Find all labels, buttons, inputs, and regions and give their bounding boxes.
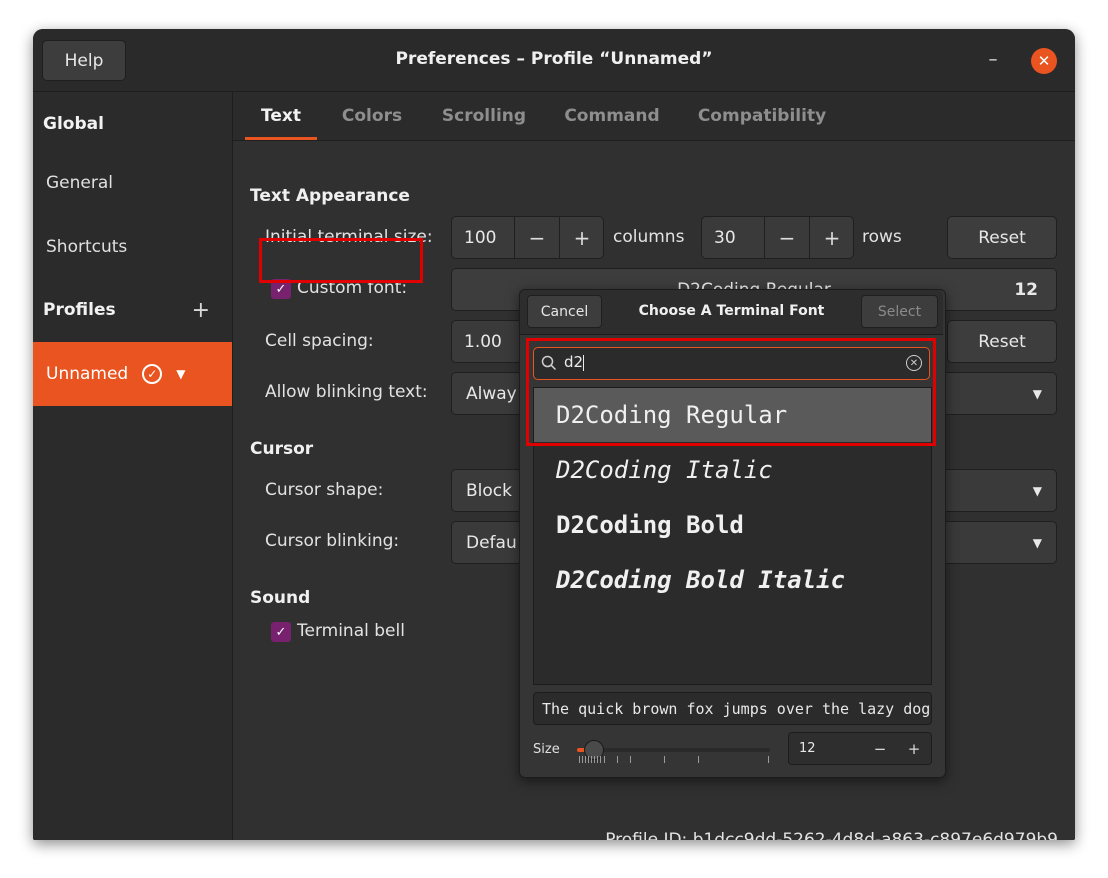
rows-spinner[interactable]: 30 − + <box>701 216 854 259</box>
terminal-bell-checkbox[interactable]: ✓ <box>271 622 291 642</box>
size-increment-button[interactable]: + <box>899 733 929 764</box>
rows-increment-button[interactable]: + <box>810 217 854 258</box>
chevron-down-icon: ▼ <box>1032 386 1042 401</box>
rows-value: 30 <box>714 227 736 248</box>
blinking-text-value: Alway <box>466 383 517 404</box>
reset-cell-spacing-button[interactable]: Reset <box>947 320 1057 363</box>
chevron-down-icon: ▼ <box>1032 535 1042 550</box>
window-title: Preferences – Profile “Unnamed” <box>395 49 713 69</box>
titlebar: Help Preferences – Profile “Unnamed” – ✕ <box>33 29 1075 92</box>
profile-label: Unnamed <box>46 364 129 384</box>
chevron-down-icon: ▼ <box>1032 483 1042 498</box>
sidebar-item-shortcuts[interactable]: Shortcuts <box>33 215 232 279</box>
font-chooser-popover: Cancel Choose A Terminal Font Select d2 … <box>519 289 946 778</box>
cursor-blinking-label: Cursor blinking: <box>265 531 400 551</box>
profiles-heading-label: Profiles <box>43 300 116 320</box>
tab-text[interactable]: Text <box>245 92 317 140</box>
size-slider[interactable] <box>577 740 770 760</box>
columns-decrement-button[interactable]: − <box>515 217 559 258</box>
sidebar-heading-global: Global <box>43 114 104 134</box>
profile-menu-dropdown-icon[interactable]: ▼ <box>176 367 185 381</box>
add-profile-icon[interactable]: + <box>192 298 210 323</box>
search-icon <box>541 355 557 371</box>
size-value: 12 <box>799 741 816 756</box>
initial-size-label: Initial terminal size: <box>265 227 433 247</box>
sound-heading: Sound <box>250 588 311 608</box>
columns-value: 100 <box>464 227 497 248</box>
tab-compatibility[interactable]: Compatibility <box>689 92 835 140</box>
profile-id-value: b1dcc9dd-5262-4d8d-a863-c897e6d979b9 <box>692 830 1058 840</box>
text-appearance-heading: Text Appearance <box>250 186 410 206</box>
font-list: D2Coding Regular D2Coding Italic D2Codin… <box>533 387 932 685</box>
search-text: d2 <box>564 353 585 371</box>
select-button[interactable]: Select <box>861 295 938 328</box>
size-decrement-button[interactable]: − <box>865 733 895 764</box>
default-profile-check-icon: ✓ <box>142 364 163 384</box>
sidebar-item-label: Shortcuts <box>46 237 128 257</box>
font-chooser-title: Choose A Terminal Font <box>638 303 825 319</box>
sidebar: Global General Shortcuts Profiles + Unna… <box>33 92 233 840</box>
cell-spacing-label: Cell spacing: <box>265 331 374 351</box>
cursor-blinking-value: Defau <box>466 532 517 553</box>
tab-command[interactable]: Command <box>555 92 669 140</box>
terminal-bell-label: Terminal bell <box>297 621 405 641</box>
cursor-heading: Cursor <box>250 439 314 459</box>
custom-font-checkbox[interactable]: ✓ <box>271 279 291 299</box>
size-label: Size <box>533 742 560 757</box>
columns-increment-button[interactable]: + <box>560 217 604 258</box>
profile-id: Profile ID: b1dcc9dd-5262-4d8d-a863-c897… <box>605 830 1058 840</box>
font-preview-input[interactable]: The quick brown fox jumps over the lazy … <box>533 692 932 725</box>
custom-font-label: Custom font: <box>297 278 408 298</box>
cancel-button[interactable]: Cancel <box>527 295 602 328</box>
sidebar-item-general[interactable]: General <box>33 151 232 215</box>
reset-size-button[interactable]: Reset <box>947 216 1057 259</box>
font-search-input[interactable]: d2 ✕ <box>533 347 930 380</box>
size-slider-ticks <box>577 756 770 764</box>
font-size-value: 12 <box>1014 279 1038 300</box>
cursor-shape-value: Block <box>466 480 512 501</box>
size-spinner[interactable]: 12 − + <box>788 732 932 765</box>
minimize-button[interactable]: – <box>981 47 1005 71</box>
profile-id-label: Profile ID: <box>605 830 688 840</box>
font-option[interactable]: D2Coding Italic <box>534 443 931 497</box>
rows-unit-label: rows <box>862 227 902 247</box>
font-option[interactable]: D2Coding Bold <box>534 498 931 552</box>
sidebar-item-unnamed-profile[interactable]: Unnamed ✓ ▼ <box>33 342 232 406</box>
tab-scrolling[interactable]: Scrolling <box>433 92 535 140</box>
cursor-shape-label: Cursor shape: <box>265 480 384 500</box>
rows-decrement-button[interactable]: − <box>765 217 809 258</box>
sidebar-heading-profiles: Profiles + <box>33 278 232 342</box>
columns-spinner[interactable]: 100 − + <box>451 216 604 259</box>
font-option[interactable]: D2Coding Bold Italic <box>534 553 931 607</box>
close-button[interactable]: ✕ <box>1031 48 1057 74</box>
blinking-text-label: Allow blinking text: <box>265 382 428 402</box>
columns-unit-label: columns <box>613 227 685 247</box>
tab-colors[interactable]: Colors <box>333 92 411 140</box>
font-option[interactable]: D2Coding Regular <box>534 388 931 442</box>
font-chooser-header: Cancel Choose A Terminal Font Select <box>520 290 943 335</box>
sidebar-item-label: General <box>46 173 113 193</box>
tab-bar: Text Colors Scrolling Command Compatibil… <box>233 92 1075 141</box>
clear-search-icon[interactable]: ✕ <box>906 355 922 371</box>
cell-spacing-value: 1.00 <box>464 331 502 352</box>
